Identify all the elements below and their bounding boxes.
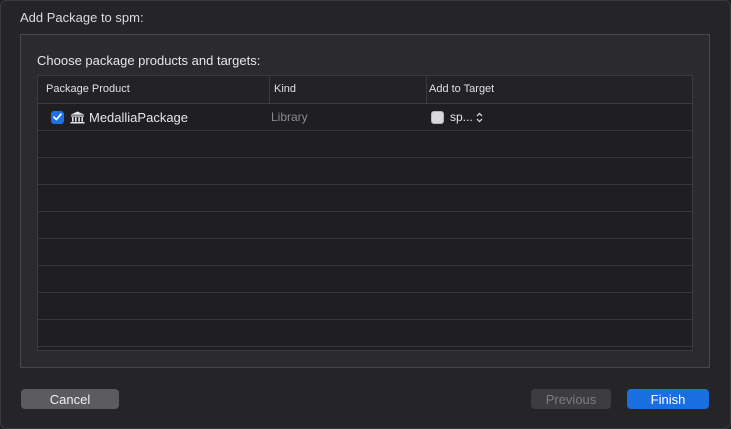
previous-button[interactable]: Previous <box>531 389 611 409</box>
library-icon <box>70 111 85 124</box>
checkmark-icon <box>53 113 62 121</box>
table-row <box>38 239 692 266</box>
add-package-sheet: Add Package to spm: Choose package produ… <box>0 0 731 429</box>
kind-cell: Library <box>271 104 308 130</box>
table-row <box>38 131 692 158</box>
target-checkbox[interactable] <box>431 110 444 124</box>
column-header-add-to-target[interactable]: Add to Target <box>426 76 692 103</box>
target-name: sp... <box>450 110 473 124</box>
table-row <box>38 212 692 239</box>
product-cell: MedalliaPackage <box>51 104 188 130</box>
table-header: Package Product Kind Add to Target <box>38 76 692 104</box>
table-row <box>38 320 692 347</box>
column-header-kind[interactable]: Kind <box>269 76 426 103</box>
panel-heading: Choose package products and targets: <box>37 53 261 68</box>
table-row <box>38 266 692 293</box>
target-popup[interactable]: sp... <box>431 104 483 130</box>
cancel-button[interactable]: Cancel <box>21 389 119 409</box>
finish-button[interactable]: Finish <box>627 389 709 409</box>
product-kind: Library <box>271 110 308 124</box>
product-checkbox[interactable] <box>51 110 64 124</box>
products-table: Package Product Kind Add to Target Medal… <box>37 75 693 351</box>
table-row <box>38 158 692 185</box>
sheet-title: Add Package to spm: <box>20 10 144 25</box>
product-name: MedalliaPackage <box>89 109 189 125</box>
table-row <box>38 185 692 212</box>
table-row <box>38 293 692 320</box>
column-header-package-product[interactable]: Package Product <box>38 76 269 103</box>
chevron-up-down-icon <box>476 112 483 123</box>
table-row[interactable]: MedalliaPackage Library sp... <box>38 104 692 131</box>
package-products-panel: Choose package products and targets: Pac… <box>20 34 710 368</box>
